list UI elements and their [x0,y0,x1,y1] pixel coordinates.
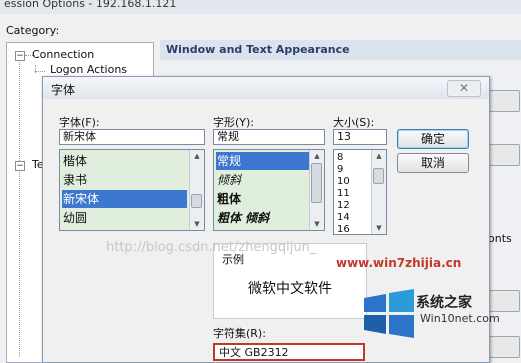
ok-button[interactable]: 确定 [397,129,469,149]
close-icon[interactable]: ✕ [447,80,481,97]
logo-url-text: Win10net.com [420,312,500,325]
tree-item-logon-actions[interactable]: Logon Actions [50,63,127,76]
scroll-down-icon[interactable]: ▼ [190,218,204,230]
size-list-item[interactable]: 12 [336,200,373,212]
style-list-item-selected[interactable]: 常规 [216,152,309,170]
scroll-up-icon[interactable]: ▲ [190,150,204,162]
scroll-up-icon[interactable]: ▲ [310,150,324,162]
size-list-item[interactable]: 8 [336,152,373,164]
tree-collapse-icon[interactable]: − [15,51,25,61]
windows-logo-icon [364,289,414,338]
category-label: Category: [6,24,60,37]
style-list-item[interactable]: 粗体 倾斜 [216,209,309,227]
tree-collapse-icon[interactable]: − [15,161,25,171]
bg-fonts-label: onts [488,232,512,245]
charset-label: 字符集(R): [213,327,266,340]
size-input[interactable]: 13 [333,129,387,145]
logo-cn-text: 系统之家 [416,295,472,311]
size-list-item[interactable]: 16 [336,224,373,234]
font-list-item-selected[interactable]: 新宋体 [62,190,187,208]
size-label: 大小(S): [333,116,375,129]
cancel-button[interactable]: 取消 [397,153,469,173]
font-list[interactable]: 楷体 隶书 新宋体 幼圆 ▲ ▼ [59,149,205,231]
sample-label: 示例 [222,253,244,266]
tree-line [35,71,45,72]
tree-item-connection[interactable]: Connection [32,48,94,61]
scroll-down-icon[interactable]: ▼ [372,222,386,234]
scroll-thumb[interactable] [373,168,384,184]
charset-value: 中文 GB2312 [219,346,289,359]
size-list-item[interactable]: 10 [336,176,373,188]
scroll-thumb[interactable] [191,194,202,208]
bg-button[interactable] [488,90,520,112]
font-label: 字体(F): [59,116,100,129]
font-input[interactable]: 新宋体 [59,129,205,145]
font-list-scrollbar[interactable]: ▲ ▼ [189,150,204,230]
scroll-thumb[interactable] [311,163,322,203]
style-label: 字形(Y): [213,116,255,129]
style-list-scrollbar[interactable]: ▲ ▼ [309,150,324,230]
font-list-item[interactable]: 幼圆 [62,209,187,227]
size-list[interactable]: 8 9 10 11 12 14 16 ▲ ▼ [333,149,387,235]
style-input[interactable]: 常规 [213,129,325,145]
watermark-text: http://blog.csdn.net/zhengqijun_ [106,240,317,255]
size-list-item[interactable]: 9 [336,164,373,176]
sample-text: 微软中文软件 [248,281,332,297]
size-list-item[interactable]: 11 [336,188,373,200]
font-list-item[interactable]: 楷体 [62,152,187,170]
size-list-item[interactable]: 14 [336,212,373,224]
style-list-item[interactable]: 倾斜 [216,171,309,189]
charset-select[interactable]: 中文 GB2312 [213,343,365,361]
section-header: Window and Text Appearance [160,40,521,60]
scroll-up-icon[interactable]: ▲ [372,150,386,162]
scroll-down-icon[interactable]: ▼ [310,218,324,230]
bg-window-title: ession Options - 192.168.1.121 [0,0,521,14]
style-list[interactable]: 常规 倾斜 粗体 粗体 倾斜 ▲ ▼ [213,149,325,231]
dialog-titlebar: 字体 ✕ [43,77,489,99]
site-logo: www.win7zhijia.cn 系统之家 Win10net.com [336,256,521,361]
logo-win7-text: www.win7zhijia.cn [336,256,462,270]
dialog-title: 字体 [51,83,76,97]
font-list-item[interactable]: 隶书 [62,171,187,189]
bg-button[interactable] [488,144,520,166]
style-list-item[interactable]: 粗体 [216,190,309,208]
size-list-scrollbar[interactable]: ▲ ▼ [371,150,386,234]
tree-line [19,57,20,357]
